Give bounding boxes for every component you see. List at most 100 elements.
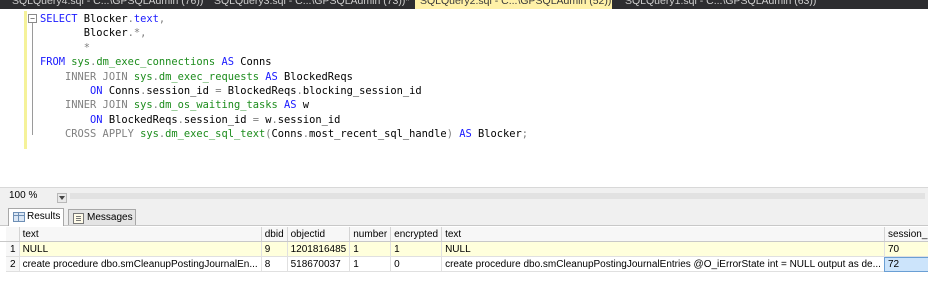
code-token: ,: [158, 13, 166, 25]
cell-text[interactable]: NULL: [19, 241, 262, 257]
column-header-text[interactable]: text: [19, 227, 262, 242]
tab-results[interactable]: Results: [8, 208, 64, 226]
results-grid[interactable]: text dbid objectid number encrypted text…: [0, 226, 928, 292]
code-token: BlockedReqs: [227, 84, 297, 97]
cell-session-id[interactable]: 72: [884, 256, 928, 272]
row-number[interactable]: 2: [6, 256, 20, 272]
sql-code[interactable]: SELECT Blocker.text, Blocker.*, * FROM sy…: [40, 12, 528, 142]
code-token: session_id: [277, 113, 341, 126]
code-token: session_id: [146, 84, 216, 97]
tab-messages[interactable]: Messages: [68, 209, 136, 225]
column-header-dbid[interactable]: dbid: [261, 227, 288, 242]
code-token: w: [302, 99, 310, 112]
column-header-rownum[interactable]: [6, 227, 20, 242]
code-token: sys: [140, 128, 159, 141]
code-line[interactable]: SELECT Blocker.text,: [40, 12, 528, 26]
messages-icon: [73, 213, 84, 224]
code-token: sys: [71, 56, 91, 69]
query-editor[interactable]: − SELECT Blocker.text, Blocker.*, * FROM …: [0, 9, 928, 187]
code-token: BlockedReqs: [284, 70, 353, 83]
cell-dbid[interactable]: 9: [261, 241, 288, 257]
code-token: AS: [277, 99, 303, 112]
column-header-objectid[interactable]: objectid: [287, 227, 351, 242]
row-number[interactable]: 1: [6, 241, 20, 257]
cell-text-2[interactable]: NULL: [441, 241, 885, 257]
tab-sqlquery2[interactable]: SQLQuery2.sql - C...\GPSQLAdmin (52))*: [415, 0, 615, 9]
code-token: dm_exec_sql_text: [165, 128, 266, 141]
change-tracking-bar: [24, 11, 27, 149]
code-line[interactable]: FROM sys.dm_exec_connections AS Conns: [40, 55, 528, 69]
code-token: CROSS APPLY: [40, 128, 141, 141]
tab-messages-label: Messages: [87, 212, 133, 223]
column-header-session-id[interactable]: session_id: [884, 227, 928, 242]
code-line[interactable]: ON BlockedReqs.session_id = w.session_id: [40, 113, 528, 127]
code-line[interactable]: Blocker.*,: [40, 26, 528, 40]
code-line[interactable]: *: [40, 41, 528, 55]
table-row[interactable]: 1 NULL 9 1201816485 1 1 NULL 70: [0, 241, 928, 257]
collapse-toggle-icon[interactable]: −: [28, 14, 37, 23]
tab-sqlquery3[interactable]: SQLQuery3.sql - C...\GPSQLAdmin (73))*: [214, 0, 409, 9]
code-token: =: [252, 113, 266, 126]
code-token: Conns: [271, 128, 303, 141]
code-token: .*,: [127, 27, 147, 40]
cell-number[interactable]: 1: [349, 241, 392, 257]
cell-text-2[interactable]: create procedure dbo.smCleanupPostingJou…: [441, 256, 885, 272]
header-row: text dbid objectid number encrypted text…: [0, 227, 928, 242]
code-token: text: [133, 13, 159, 25]
code-token: AS: [215, 56, 241, 69]
horizontal-scrollbar[interactable]: [70, 193, 925, 199]
code-token: INNER JOIN: [40, 70, 134, 83]
cell-objectid[interactable]: 1201816485: [287, 241, 351, 257]
editor-status-bar: 100 %: [0, 187, 928, 205]
table-row[interactable]: 2 create procedure dbo.smCleanupPostingJ…: [0, 256, 928, 272]
code-line[interactable]: INNER JOIN sys.dm_exec_requests AS Block…: [40, 70, 528, 84]
code-token: dm_exec_connections: [96, 56, 216, 69]
code-token: ON: [40, 84, 109, 97]
code-token: BlockedReqs: [108, 113, 178, 126]
cell-objectid[interactable]: 518670037: [287, 256, 351, 272]
cell-encrypted[interactable]: 1: [390, 241, 443, 257]
code-token: most_recent_sql_handle: [309, 128, 447, 141]
code-token: AS: [258, 70, 285, 83]
code-token: SELECT: [40, 13, 84, 25]
code-token: dm_exec_requests: [158, 70, 259, 83]
code-token: dm_os_waiting_tasks: [158, 99, 278, 112]
code-token: Blocker: [477, 128, 522, 141]
code-token: sys: [133, 99, 153, 112]
cell-number[interactable]: 1: [349, 256, 392, 272]
tab-sqlquery4[interactable]: SQLQuery4.sql - C...\GPSQLAdmin (76)): [12, 0, 203, 9]
grid-icon: [13, 212, 25, 222]
tab-sqlquery1[interactable]: SQLQuery1.sql - C...\GPSQLAdmin (63)): [625, 0, 816, 9]
code-token: ): [446, 128, 460, 141]
outline-guide: [32, 23, 33, 135]
code-token: Blocker: [83, 13, 128, 25]
column-header-number[interactable]: number: [349, 227, 392, 242]
document-tab-strip: SQLQuery4.sql - C...\GPSQLAdmin (76)) SQ…: [0, 0, 928, 9]
code-token: blocking_session_id: [302, 84, 422, 97]
cell-dbid[interactable]: 8: [261, 256, 288, 272]
code-token: FROM: [40, 56, 72, 69]
code-line[interactable]: ON Conns.session_id = BlockedReqs.blocki…: [40, 84, 528, 98]
results-tab-strip: Results Messages: [0, 205, 928, 226]
code-token: Conns: [108, 84, 141, 97]
column-header-text-2[interactable]: text: [441, 227, 885, 242]
code-token: *: [40, 41, 91, 54]
cell-session-id[interactable]: 70: [884, 241, 928, 257]
cell-text[interactable]: create procedure dbo.smCleanupPostingJou…: [19, 256, 262, 272]
code-line[interactable]: CROSS APPLY sys.dm_exec_sql_text(Conns.m…: [40, 127, 528, 141]
zoom-dropdown-icon[interactable]: [57, 193, 67, 203]
code-token: ON: [40, 113, 109, 126]
code-token: sys: [133, 70, 153, 83]
code-token: ;: [521, 128, 529, 141]
results-table: text dbid objectid number encrypted text…: [0, 227, 928, 272]
zoom-level[interactable]: 100 %: [9, 190, 37, 201]
cell-encrypted[interactable]: 0: [390, 256, 443, 272]
code-line[interactable]: INNER JOIN sys.dm_os_waiting_tasks AS w: [40, 98, 528, 112]
code-token: INNER JOIN: [40, 99, 134, 112]
code-token: =: [215, 84, 228, 97]
code-token: AS: [459, 128, 478, 141]
code-token: Conns: [240, 56, 272, 69]
code-token: Blocker: [40, 27, 128, 40]
code-token: session_id: [183, 113, 253, 126]
column-header-encrypted[interactable]: encrypted: [390, 227, 443, 242]
